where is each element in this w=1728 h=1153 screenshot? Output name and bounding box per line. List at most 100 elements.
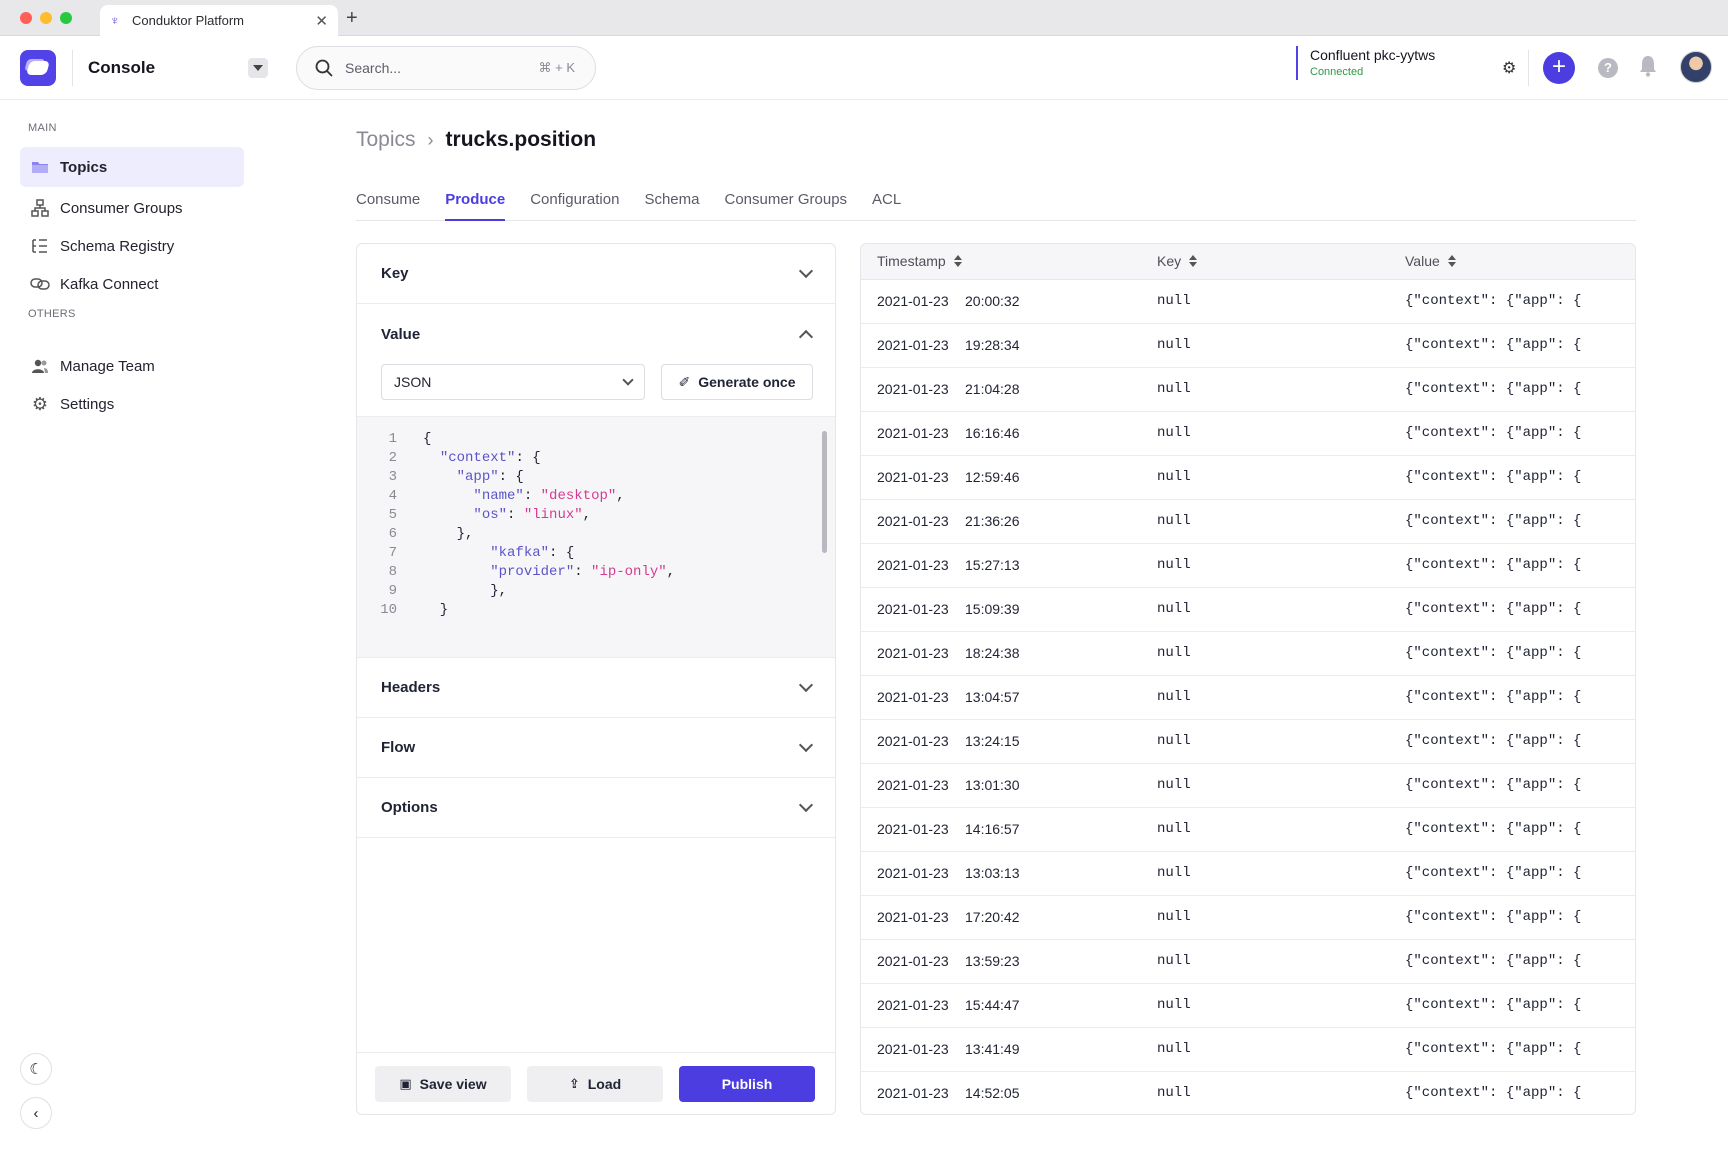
generate-once-button[interactable]: ✐ Generate once xyxy=(661,364,813,400)
load-button[interactable]: ⇪ Load xyxy=(527,1066,663,1102)
upload-icon: ⇪ xyxy=(568,1076,580,1091)
timestamp-date-cell: 2021-01-23 xyxy=(877,953,949,969)
browser-tab[interactable]: ♆ Conduktor Platform ✕ xyxy=(100,5,338,36)
chevron-down-icon xyxy=(798,263,814,279)
maximize-window-button[interactable] xyxy=(60,12,72,24)
code-text: "name": "desktop", xyxy=(473,488,625,504)
timestamp-date-cell: 2021-01-23 xyxy=(877,909,949,925)
generate-once-label: Generate once xyxy=(698,374,796,390)
table-row[interactable]: 2021-01-23 19:28:34 null {"context": {"app"… xyxy=(861,324,1635,368)
chevron-right-icon: › xyxy=(427,129,434,150)
tab-produce[interactable]: Produce xyxy=(445,191,506,221)
add-button[interactable]: + xyxy=(1543,52,1575,84)
sidebar-item-schema-registry[interactable]: Schema Registry xyxy=(20,226,244,266)
table-row[interactable]: 2021-01-23 13:59:23 null {"context": {"app"… xyxy=(861,940,1635,984)
conduktor-logo[interactable] xyxy=(20,50,56,86)
flow-accordion[interactable]: Flow xyxy=(357,718,835,778)
browser-chrome: ♆ Conduktor Platform ✕ + xyxy=(0,0,1728,36)
table-row[interactable]: 2021-01-23 15:44:47 null {"context": {"app"… xyxy=(861,984,1635,1028)
editor-scrollbar[interactable] xyxy=(822,431,827,553)
table-row[interactable]: 2021-01-23 13:04:57 null {"context": {"app"… xyxy=(861,676,1635,720)
table-row[interactable]: 2021-01-23 12:59:46 null {"context": {"app"… xyxy=(861,456,1635,500)
timestamp-date-cell: 2021-01-23 xyxy=(877,1085,949,1101)
timestamp-date-cell: 2021-01-23 xyxy=(877,777,949,793)
key-cell: null xyxy=(1157,469,1191,485)
value-cell: {"context": {"app": { xyxy=(1405,821,1582,837)
user-avatar[interactable] xyxy=(1680,51,1712,83)
search-input[interactable]: Search... ⌘ + K xyxy=(296,46,596,90)
value-accordion[interactable]: Value xyxy=(357,304,835,364)
table-row[interactable]: 2021-01-23 14:16:57 null {"context": {"app"… xyxy=(861,808,1635,852)
code-text: }, xyxy=(423,526,474,542)
timestamp-date-cell: 2021-01-23 xyxy=(877,601,949,617)
save-view-button[interactable]: ▣ Save view xyxy=(375,1066,511,1102)
sidebar-item-manage-team[interactable]: Manage Team xyxy=(20,346,244,386)
table-row[interactable]: 2021-01-23 14:52:05 null {"context": {"app"… xyxy=(861,1072,1635,1114)
dark-mode-toggle[interactable]: ☾ xyxy=(20,1053,52,1085)
accordion-label: Flow xyxy=(381,739,416,756)
close-window-button[interactable] xyxy=(20,12,32,24)
column-header-key[interactable]: Key xyxy=(1157,253,1198,269)
json-code-editor[interactable]: 1 {2 "context": {3 "app": {4 "name": "des… xyxy=(357,416,835,658)
key-accordion[interactable]: Key xyxy=(357,244,835,304)
hierarchy-icon xyxy=(30,198,50,218)
minimize-window-button[interactable] xyxy=(40,12,52,24)
sidebar-item-settings[interactable]: ⚙ Settings xyxy=(20,384,244,424)
sidebar-item-consumer-groups[interactable]: Consumer Groups xyxy=(20,188,244,228)
code-text: { xyxy=(423,431,432,447)
collapse-sidebar-button[interactable]: ‹ xyxy=(20,1097,52,1129)
table-row[interactable]: 2021-01-23 21:36:26 null {"context": {"app"… xyxy=(861,500,1635,544)
table-row[interactable]: 2021-01-23 13:24:15 null {"context": {"app"… xyxy=(861,720,1635,764)
table-row[interactable]: 2021-01-23 21:04:28 null {"context": {"app"… xyxy=(861,368,1635,412)
sidebar-item-label: Manage Team xyxy=(60,357,155,375)
save-view-label: Save view xyxy=(419,1076,487,1092)
publish-button[interactable]: Publish xyxy=(679,1066,815,1102)
key-cell: null xyxy=(1157,381,1191,397)
column-header-timestamp[interactable]: Timestamp xyxy=(877,253,962,269)
sidebar-item-kafka-connect[interactable]: Kafka Connect xyxy=(20,264,244,304)
column-header-value[interactable]: Value xyxy=(1405,253,1456,269)
tab-consume[interactable]: Consume xyxy=(356,191,420,221)
table-row[interactable]: 2021-01-23 15:27:13 null {"context": {"app"… xyxy=(861,544,1635,588)
timestamp-date-cell: 2021-01-23 xyxy=(877,469,949,485)
help-icon[interactable]: ? xyxy=(1598,58,1618,78)
close-tab-icon[interactable]: ✕ xyxy=(315,12,328,30)
table-row[interactable]: 2021-01-23 15:09:39 null {"context": {"app"… xyxy=(861,588,1635,632)
value-cell: {"context": {"app": { xyxy=(1405,645,1582,661)
table-row[interactable]: 2021-01-23 13:41:49 null {"context": {"app"… xyxy=(861,1028,1635,1072)
gear-icon: ⚙ xyxy=(31,393,49,414)
line-number: 5 xyxy=(388,507,397,523)
chevron-left-icon: ‹ xyxy=(33,1104,39,1122)
value-cell: {"context": {"app": { xyxy=(1405,425,1582,441)
tab-schema[interactable]: Schema xyxy=(644,191,699,221)
key-cell: null xyxy=(1157,337,1191,353)
value-format-select[interactable]: JSON xyxy=(381,364,645,400)
cluster-selector[interactable]: Confluent pkc-yytws Connected xyxy=(1296,46,1435,80)
sort-icon xyxy=(1189,255,1198,267)
table-row[interactable]: 2021-01-23 17:20:42 null {"context": {"app"… xyxy=(861,896,1635,940)
tab-configuration[interactable]: Configuration xyxy=(530,191,619,221)
tab-consumer-groups[interactable]: Consumer Groups xyxy=(724,191,847,221)
breadcrumb-parent-link[interactable]: Topics xyxy=(356,128,416,152)
app-switcher-dropdown[interactable] xyxy=(248,58,268,78)
new-tab-icon[interactable]: + xyxy=(346,7,358,30)
table-row[interactable]: 2021-01-23 18:24:38 null {"context": {"app"… xyxy=(861,632,1635,676)
table-row[interactable]: 2021-01-23 13:01:30 null {"context": {"app"… xyxy=(861,764,1635,808)
value-cell: {"context": {"app": { xyxy=(1405,777,1582,793)
table-row[interactable]: 2021-01-23 20:00:32 null {"context": {"app"… xyxy=(861,280,1635,324)
tab-acl[interactable]: ACL xyxy=(872,191,901,221)
table-row[interactable]: 2021-01-23 16:16:46 null {"context": {"app"… xyxy=(861,412,1635,456)
options-accordion[interactable]: Options xyxy=(357,778,835,838)
topic-tabs: Consume Produce Configuration Schema Con… xyxy=(356,191,1636,221)
headers-accordion[interactable]: Headers xyxy=(357,658,835,718)
code-text: "context": { xyxy=(439,450,541,466)
sidebar-item-label: Consumer Groups xyxy=(60,199,183,217)
cluster-settings-gear-icon[interactable]: ⚙ xyxy=(1502,58,1516,78)
timestamp-time-cell: 15:09:39 xyxy=(965,601,1020,617)
sidebar-item-topics[interactable]: Topics xyxy=(20,147,244,187)
accordion-label: Value xyxy=(381,325,421,343)
bell-icon[interactable] xyxy=(1638,54,1658,78)
accordion-label: Headers xyxy=(381,679,441,696)
magic-wand-icon: ✐ xyxy=(678,373,691,390)
table-row[interactable]: 2021-01-23 13:03:13 null {"context": {"app"… xyxy=(861,852,1635,896)
